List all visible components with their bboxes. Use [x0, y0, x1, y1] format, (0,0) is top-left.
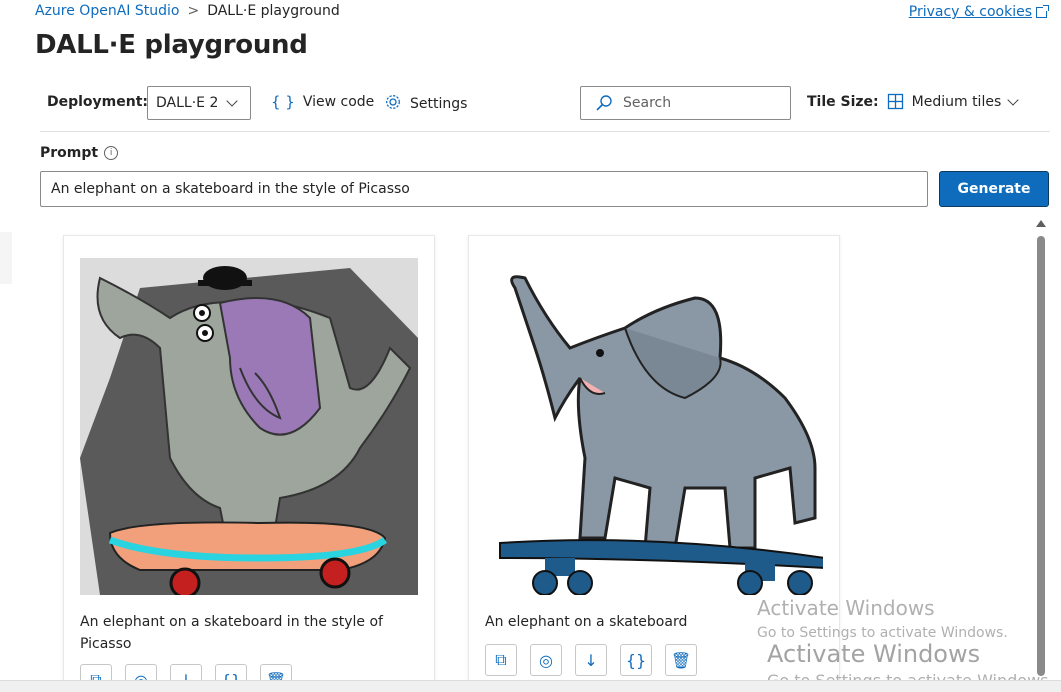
info-icon[interactable]: i: [104, 146, 119, 160]
variations-icon: ◎: [539, 650, 553, 670]
privacy-cookies-link[interactable]: Privacy & cookies: [908, 4, 1049, 20]
image-caption: An elephant on a skateboard: [485, 614, 688, 630]
image-actions: ⧉ ◎ ↓ {} 🗑: [485, 644, 697, 676]
copy-icon: ⧉: [495, 650, 507, 669]
breadcrumb-root-link[interactable]: Azure OpenAI Studio: [35, 3, 179, 19]
download-button[interactable]: ↓: [575, 644, 607, 676]
external-link-icon: [1036, 4, 1049, 18]
search-input[interactable]: Search: [580, 86, 791, 120]
prompt-input[interactable]: An elephant on a skateboard in the style…: [40, 171, 928, 207]
scroll-up-arrow-icon[interactable]: [1036, 220, 1046, 227]
divider: [40, 131, 1050, 132]
generated-image-picasso[interactable]: [80, 258, 418, 595]
breadcrumb: Azure OpenAI Studio > DALL·E playground: [35, 3, 340, 19]
left-panel-edge: [0, 232, 12, 284]
image-card[interactable]: An elephant on a skateboard in the style…: [63, 235, 435, 692]
breadcrumb-separator: >: [187, 3, 200, 19]
code-braces-icon: { }: [271, 93, 295, 111]
delete-button[interactable]: 🗑: [665, 644, 697, 676]
gear-icon: [384, 93, 402, 115]
image-card[interactable]: An elephant on a skateboard ⧉ ◎ ↓ {} 🗑: [468, 235, 840, 692]
view-code-label: View code: [302, 94, 375, 110]
vertical-scrollbar[interactable]: [1036, 218, 1046, 680]
taskbar-strip: [0, 680, 1061, 692]
tile-size-dropdown[interactable]: Medium tiles: [887, 93, 1019, 110]
delete-icon: 🗑: [670, 650, 692, 670]
tile-size-label: Tile Size:: [807, 93, 879, 110]
copy-button[interactable]: ⧉: [485, 644, 517, 676]
generate-button[interactable]: Generate: [939, 171, 1049, 207]
view-code-button[interactable]: { } View code: [271, 93, 374, 111]
tile-size-control: Tile Size: Medium tiles: [807, 93, 1019, 110]
image-caption: An elephant on a skateboard in the style…: [80, 614, 383, 652]
tile-size-value: Medium tiles: [911, 93, 1002, 110]
deployment-label: Deployment:: [47, 94, 149, 110]
grid-icon: [887, 93, 903, 110]
view-code-card-button[interactable]: {}: [620, 644, 652, 676]
search-icon: [596, 95, 612, 111]
deployment-value: DALL·E 2: [156, 95, 219, 111]
download-icon: ↓: [584, 650, 598, 670]
prompt-label-text: Prompt: [40, 145, 99, 161]
settings-label: Settings: [410, 96, 468, 112]
chevron-down-icon: [226, 95, 239, 107]
breadcrumb-current: DALL·E playground: [207, 3, 340, 19]
toolbar: Deployment: DALL·E 2 { } View code Setti…: [47, 86, 1047, 120]
code-braces-icon: {}: [625, 650, 647, 670]
page-title: DALL·E playground: [35, 30, 308, 60]
privacy-cookies-label: Privacy & cookies: [908, 4, 1032, 20]
chevron-down-icon: [1007, 93, 1019, 106]
settings-button[interactable]: Settings: [384, 93, 467, 115]
deployment-dropdown[interactable]: DALL·E 2: [147, 86, 251, 120]
search-placeholder: Search: [623, 95, 672, 111]
scrollbar-thumb[interactable]: [1037, 236, 1045, 676]
prompt-label: Prompt i: [40, 145, 119, 161]
variations-button[interactable]: ◎: [530, 644, 562, 676]
generated-image-elephant[interactable]: [485, 258, 823, 595]
